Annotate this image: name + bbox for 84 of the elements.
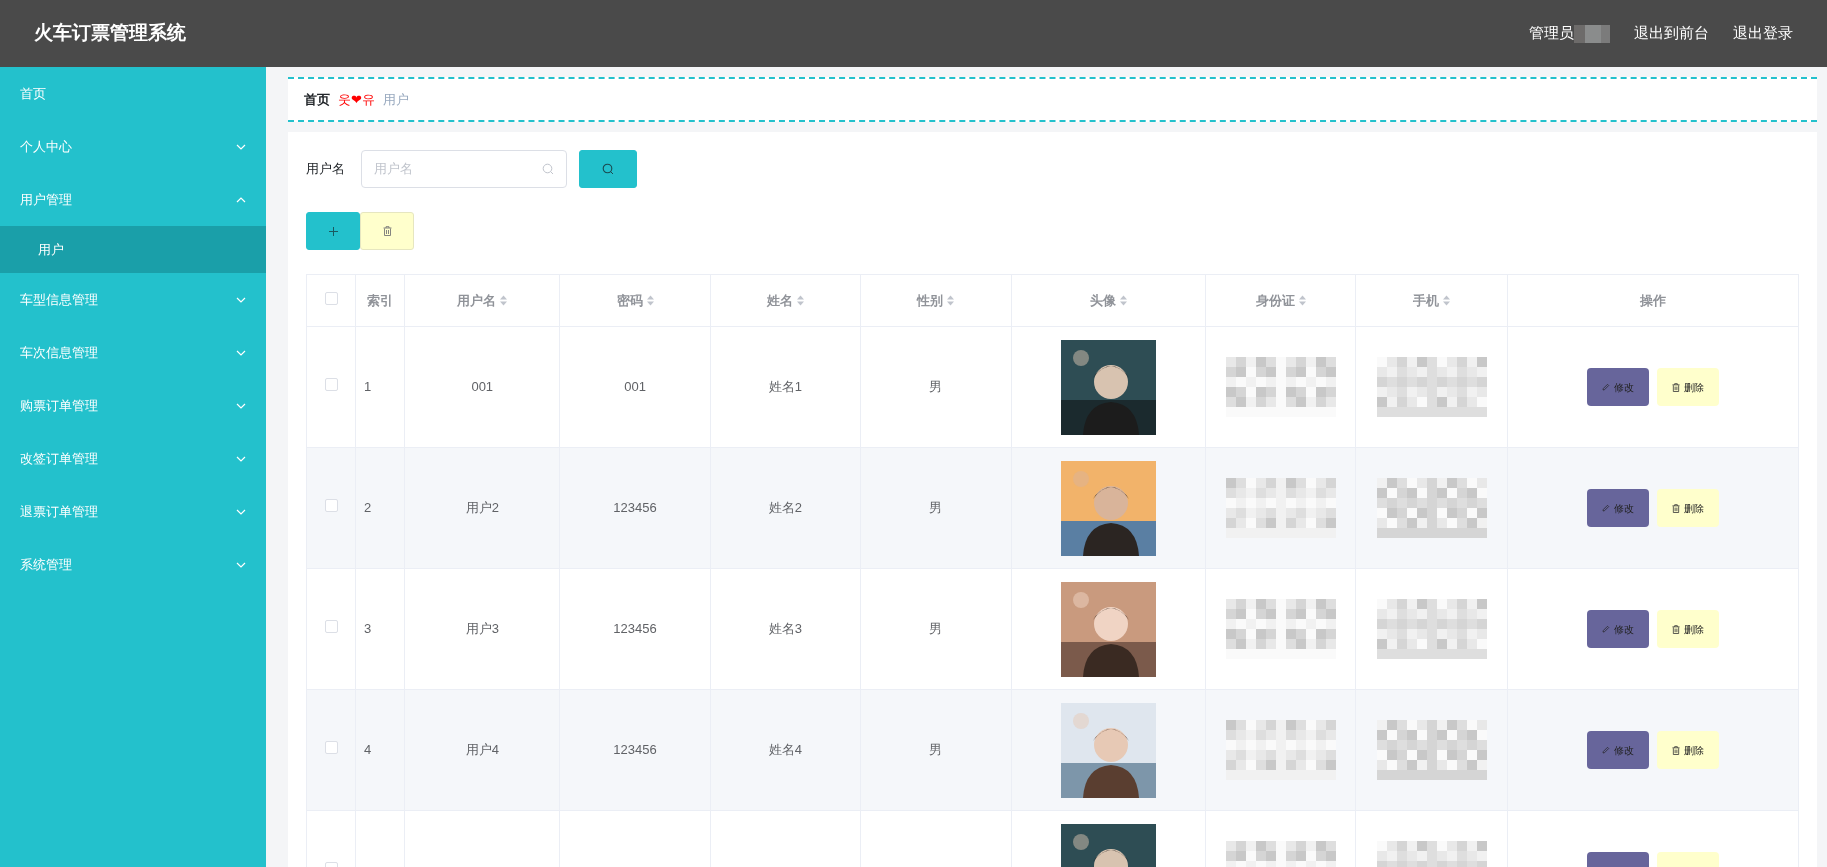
sort-icon[interactable] bbox=[796, 295, 804, 306]
table-cell: 1 bbox=[364, 379, 372, 395]
column-header[interactable]: 头像 bbox=[1090, 290, 1117, 311]
table-cell: 2 bbox=[364, 500, 372, 516]
user-label: 管理员 bbox=[1529, 23, 1574, 44]
column-header[interactable]: 用户名 bbox=[457, 290, 497, 311]
row-checkbox[interactable] bbox=[324, 378, 338, 392]
menu-item[interactable]: 车型信息管理 bbox=[20, 289, 98, 310]
trash-icon bbox=[1671, 745, 1680, 755]
add-button[interactable] bbox=[306, 212, 360, 250]
trash-icon bbox=[1671, 624, 1680, 634]
redacted-name bbox=[1574, 24, 1610, 43]
column-header: 操作 bbox=[1639, 291, 1666, 310]
column-header: 索引 bbox=[367, 291, 394, 310]
table-cell: 姓名1 bbox=[768, 379, 802, 395]
table-cell: 123456 bbox=[613, 500, 657, 516]
table-cell: 姓名3 bbox=[768, 621, 802, 637]
row-checkbox[interactable] bbox=[324, 620, 338, 634]
column-header[interactable]: 身份证 bbox=[1255, 290, 1295, 311]
delete-button[interactable]: 删除 bbox=[1656, 731, 1719, 769]
menu-item[interactable]: 首页 bbox=[20, 83, 46, 104]
submenu-item[interactable]: 用户 bbox=[0, 226, 266, 273]
menu-item[interactable]: 个人中心 bbox=[20, 136, 72, 157]
table-cell: 123456 bbox=[613, 621, 657, 637]
table-cell: 用户2 bbox=[465, 500, 499, 516]
delete-button[interactable] bbox=[360, 212, 414, 250]
row-checkbox[interactable] bbox=[324, 741, 338, 755]
table-cell: 男 bbox=[929, 379, 943, 395]
search-label: 用户名 bbox=[306, 160, 345, 179]
edit-button[interactable]: 修改 bbox=[1586, 489, 1649, 527]
table-cell: 4 bbox=[364, 742, 372, 758]
menu-item[interactable]: 车次信息管理 bbox=[20, 342, 98, 363]
trash-icon bbox=[1671, 503, 1680, 513]
menu-item[interactable]: 购票订单管理 bbox=[20, 395, 98, 416]
table-cell: 001 bbox=[471, 379, 494, 395]
breadcrumb-separator: 웃❤유 bbox=[338, 90, 375, 109]
edit-button[interactable]: 修改 bbox=[1586, 368, 1649, 406]
pencil-icon bbox=[1601, 504, 1610, 512]
table-cell: 姓名2 bbox=[768, 500, 802, 516]
sort-icon[interactable] bbox=[646, 295, 654, 306]
sort-icon[interactable] bbox=[500, 295, 508, 306]
search-button[interactable] bbox=[579, 150, 637, 188]
menu-item[interactable]: 改签订单管理 bbox=[20, 448, 98, 469]
pencil-icon bbox=[1601, 746, 1610, 754]
pencil-icon bbox=[1601, 383, 1610, 391]
select-all-checkbox[interactable] bbox=[324, 291, 338, 305]
table-cell: 用户4 bbox=[465, 742, 499, 758]
pencil-icon bbox=[1601, 625, 1610, 633]
menu-item[interactable]: 用户管理 bbox=[20, 189, 72, 210]
table-cell: 姓名4 bbox=[768, 742, 802, 758]
delete-button[interactable]: 删除 bbox=[1656, 489, 1719, 527]
table-cell: 3 bbox=[364, 621, 372, 637]
trash-icon bbox=[382, 226, 392, 236]
edit-button[interactable]: 修改 bbox=[1586, 610, 1649, 648]
sort-icon[interactable] bbox=[1120, 295, 1128, 306]
menu-item[interactable]: 退票订单管理 bbox=[20, 501, 98, 522]
search-icon bbox=[602, 163, 614, 175]
search-icon bbox=[542, 163, 554, 175]
table-cell: 男 bbox=[929, 621, 943, 637]
table-cell: 用户3 bbox=[465, 621, 499, 637]
column-header[interactable]: 手机 bbox=[1413, 290, 1440, 311]
sort-icon[interactable] bbox=[1298, 295, 1306, 306]
plus-icon bbox=[328, 226, 338, 236]
app-title: 火车订票管理系统 bbox=[34, 21, 186, 46]
sort-icon[interactable] bbox=[947, 295, 955, 306]
table-cell: 男 bbox=[929, 500, 943, 516]
column-header[interactable]: 性别 bbox=[917, 290, 944, 311]
breadcrumb-current: 用户 bbox=[382, 90, 409, 109]
table-cell: 001 bbox=[624, 379, 646, 395]
delete-button[interactable]: 删除 bbox=[1656, 368, 1719, 406]
column-header[interactable]: 姓名 bbox=[766, 290, 793, 311]
table-cell: 123456 bbox=[613, 742, 657, 758]
table-cell: 男 bbox=[929, 742, 943, 758]
edit-button[interactable]: 修改 bbox=[1586, 731, 1649, 769]
menu-item[interactable]: 系统管理 bbox=[20, 554, 72, 575]
header-link[interactable]: 退出登录 bbox=[1733, 22, 1793, 45]
sort-icon[interactable] bbox=[1443, 295, 1451, 306]
breadcrumb-link[interactable]: 首页 bbox=[304, 89, 330, 110]
trash-icon bbox=[1671, 382, 1680, 392]
column-header[interactable]: 密码 bbox=[616, 290, 643, 311]
search-field[interactable]: 用户名 bbox=[361, 150, 567, 188]
row-checkbox[interactable] bbox=[324, 499, 338, 513]
delete-button[interactable]: 删除 bbox=[1656, 610, 1719, 648]
header-link[interactable]: 退出到前台 bbox=[1634, 22, 1709, 45]
